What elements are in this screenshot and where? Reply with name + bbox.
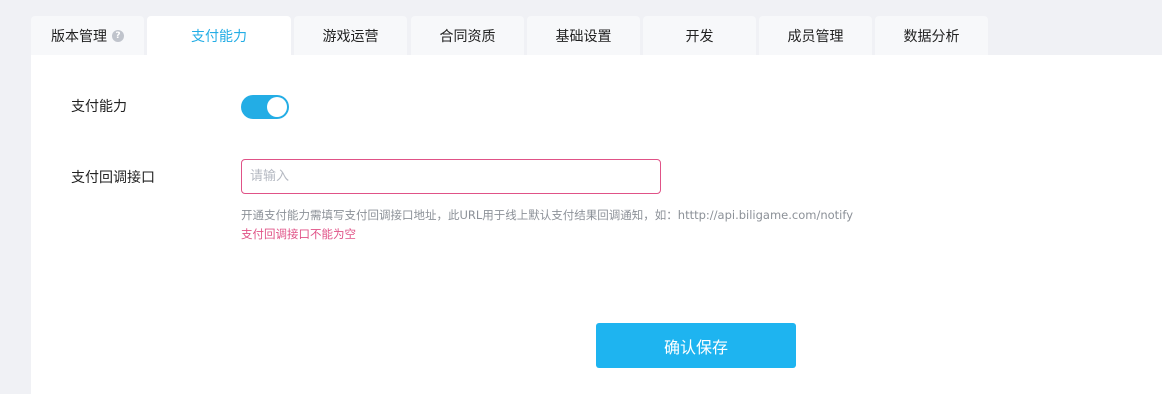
- tab-label: 支付能力: [191, 29, 247, 45]
- tab-label: 成员管理: [787, 29, 844, 45]
- tab-game-operations[interactable]: 游戏运营: [294, 16, 407, 56]
- tab-payment[interactable]: 支付能力: [147, 16, 291, 56]
- tab-label: 游戏运营: [322, 29, 379, 45]
- tab-contract-qualification[interactable]: 合同资质: [411, 16, 524, 56]
- payment-settings-panel: 支付能力 支付回调接口 开通支付能力需填写支付回调接口地址，此URL用于线上默认…: [31, 55, 1162, 394]
- save-button[interactable]: 确认保存: [596, 323, 796, 368]
- toggle-knob: [267, 97, 287, 117]
- tab-label: 开发: [685, 29, 714, 45]
- tab-label: 版本管理: [51, 29, 107, 45]
- tab-member-management[interactable]: 成员管理: [759, 16, 872, 56]
- tab-basic-settings[interactable]: 基础设置: [527, 16, 640, 56]
- callback-url-input[interactable]: [241, 159, 661, 194]
- help-icon[interactable]: ?: [112, 30, 124, 42]
- callback-error-message: 支付回调接口不能为空: [241, 227, 356, 241]
- payment-label: 支付能力: [71, 99, 127, 115]
- tab-development[interactable]: 开发: [643, 16, 756, 56]
- tab-label: 合同资质: [439, 29, 496, 45]
- tab-label: 数据分析: [903, 29, 960, 45]
- tab-data-analysis[interactable]: 数据分析: [875, 16, 988, 56]
- payment-toggle[interactable]: [241, 95, 289, 119]
- tab-label: 基础设置: [555, 29, 612, 45]
- callback-hint: 开通支付能力需填写支付回调接口地址，此URL用于线上默认支付结果回调通知，如：h…: [241, 208, 854, 222]
- callback-label: 支付回调接口: [71, 170, 155, 186]
- tab-version-management[interactable]: 版本管理 ?: [31, 16, 144, 56]
